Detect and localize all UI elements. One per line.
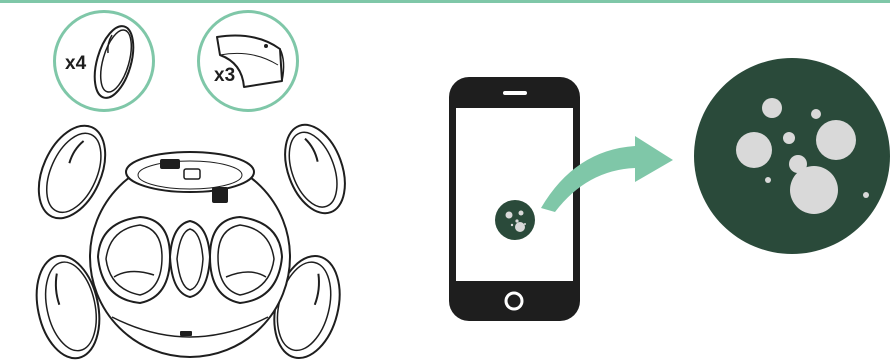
- setup-diagram: x4 x3: [0, 0, 890, 362]
- speaker-icon: [503, 91, 527, 95]
- tray-part-circle: x3: [197, 10, 299, 112]
- top-divider: [0, 0, 890, 3]
- right-upper-lid: [284, 123, 346, 215]
- sphere-body: [89, 151, 291, 358]
- tray-part-icon: [216, 34, 285, 88]
- curved-arrow-icon: [541, 136, 673, 212]
- bubbles-app-logo-icon: [694, 58, 890, 254]
- lid-part-circle: x4: [53, 10, 155, 112]
- app-icon: [495, 200, 535, 240]
- device-assembly-illustration: [35, 123, 346, 360]
- lid-part-icon: [93, 25, 135, 99]
